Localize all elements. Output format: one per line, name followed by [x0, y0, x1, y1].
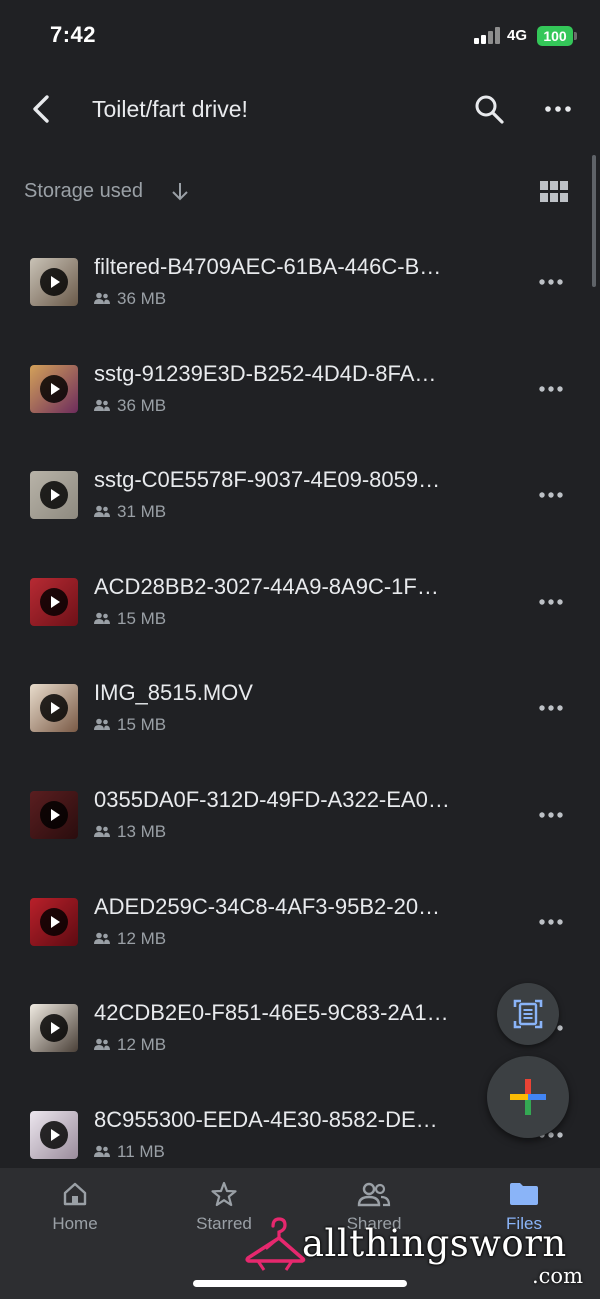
shared-icon: [357, 1182, 391, 1207]
file-name: sstg-C0E5578F-9037-4E09-8059…: [94, 467, 441, 493]
new-item-button[interactable]: [487, 1056, 569, 1138]
file-row[interactable]: sstg-C0E5578F-9037-4E09-8059… 31 MB: [0, 441, 600, 548]
play-icon: [40, 481, 68, 510]
more-options-icon[interactable]: [538, 811, 564, 819]
file-row[interactable]: filtered-B4709AEC-61BA-446C-B… 36 MB: [0, 228, 600, 335]
grid-view-icon[interactable]: [540, 181, 568, 203]
watermark-text: allthingsworn: [302, 1222, 567, 1265]
more-options-icon[interactable]: [538, 704, 564, 712]
video-thumbnail: [30, 258, 78, 306]
shared-icon: [94, 505, 110, 518]
status-bar: 7:42 4G 100: [0, 0, 600, 72]
file-name: ACD28BB2-3027-44A9-8A9C-1F…: [94, 573, 439, 599]
more-options-icon[interactable]: [538, 918, 564, 926]
home-icon: [63, 1182, 87, 1206]
scan-document-button[interactable]: [497, 983, 559, 1045]
shared-icon: [94, 612, 110, 624]
video-thumbnail: [30, 577, 78, 626]
file-size: 12 MB: [117, 928, 167, 948]
more-options-icon[interactable]: [538, 598, 564, 606]
search-icon[interactable]: [472, 92, 506, 126]
battery-nub: [574, 32, 577, 40]
network-type: 4G: [507, 27, 528, 44]
play-icon: [40, 907, 68, 936]
file-size: 36 MB: [117, 395, 167, 415]
top-app-bar: Toilet/fart drive!: [0, 72, 600, 148]
shared-icon: [94, 1038, 110, 1051]
signal-strength-icon: [474, 27, 502, 44]
back-arrow-icon[interactable]: [26, 92, 60, 126]
video-thumbnail: [30, 364, 78, 413]
video-thumbnail: [30, 471, 78, 520]
play-icon: [40, 694, 68, 723]
status-time: 7:42: [50, 22, 97, 47]
video-thumbnail: [30, 1110, 78, 1159]
video-thumbnail: [30, 790, 78, 839]
watermark-suffix: .com: [532, 1264, 583, 1288]
file-size: 11 MB: [117, 1141, 165, 1161]
file-size: 12 MB: [117, 1035, 167, 1055]
play-icon: [40, 374, 68, 403]
file-name: IMG_8515.MOV: [94, 680, 253, 706]
play-icon: [40, 587, 68, 616]
file-row[interactable]: sstg-91239E3D-B252-4D4D-8FA… 36 MB: [0, 335, 600, 442]
file-name: 42CDB2E0-F851-46E5-9C83-2A1…: [94, 1000, 449, 1026]
more-options-icon[interactable]: [538, 278, 564, 286]
plus-icon: [510, 1079, 546, 1115]
file-row[interactable]: ADED259C-34C8-4AF3-95B2-20… 12 MB: [0, 868, 600, 975]
play-icon: [40, 800, 68, 829]
shared-icon: [94, 399, 110, 411]
file-name: 0355DA0F-312D-49FD-A322-EA0…: [94, 786, 450, 812]
sort-direction-icon[interactable]: [170, 180, 190, 202]
more-options-icon[interactable]: [540, 92, 576, 126]
play-icon: [40, 1120, 68, 1149]
file-row[interactable]: IMG_8515.MOV 15 MB: [0, 654, 600, 761]
battery-icon: 100: [537, 26, 573, 46]
more-options-icon[interactable]: [538, 491, 564, 499]
star-icon: [211, 1181, 237, 1207]
file-size: 31 MB: [117, 502, 167, 522]
file-size: 13 MB: [117, 821, 167, 841]
sort-by-button[interactable]: Storage used: [24, 180, 143, 203]
more-options-icon[interactable]: [538, 385, 564, 393]
file-size: 15 MB: [117, 608, 167, 628]
document-scanner-icon: [513, 999, 543, 1029]
play-icon: [40, 1014, 68, 1043]
folder-icon: [510, 1183, 538, 1205]
file-row[interactable]: ACD28BB2-3027-44A9-8A9C-1F… 15 MB: [0, 548, 600, 655]
file-name: ADED259C-34C8-4AF3-95B2-20…: [94, 893, 441, 919]
video-thumbnail: [30, 897, 78, 946]
nav-home[interactable]: Home: [15, 1180, 135, 1240]
file-size: 15 MB: [117, 715, 167, 735]
file-name: filtered-B4709AEC-61BA-446C-B…: [94, 254, 442, 279]
video-thumbnail: [30, 1004, 78, 1053]
hanger-logo-icon: [245, 1217, 306, 1271]
shared-icon: [94, 292, 110, 304]
shared-icon: [94, 1145, 110, 1157]
shared-icon: [94, 932, 110, 944]
shared-icon: [94, 825, 110, 837]
file-size: 36 MB: [117, 289, 167, 308]
file-name: 8C955300-EEDA-4E30-8582-DE…: [94, 1106, 438, 1132]
shared-icon: [94, 719, 110, 731]
home-indicator[interactable]: [193, 1280, 407, 1287]
video-thumbnail: [30, 684, 78, 733]
file-row[interactable]: 0355DA0F-312D-49FD-A322-EA0… 13 MB: [0, 761, 600, 868]
nav-label: Home: [52, 1214, 98, 1233]
file-name: sstg-91239E3D-B252-4D4D-8FA…: [94, 360, 437, 386]
folder-title: Toilet/fart drive!: [92, 96, 248, 122]
sort-row: Storage used: [0, 168, 600, 216]
play-icon: [40, 268, 68, 296]
